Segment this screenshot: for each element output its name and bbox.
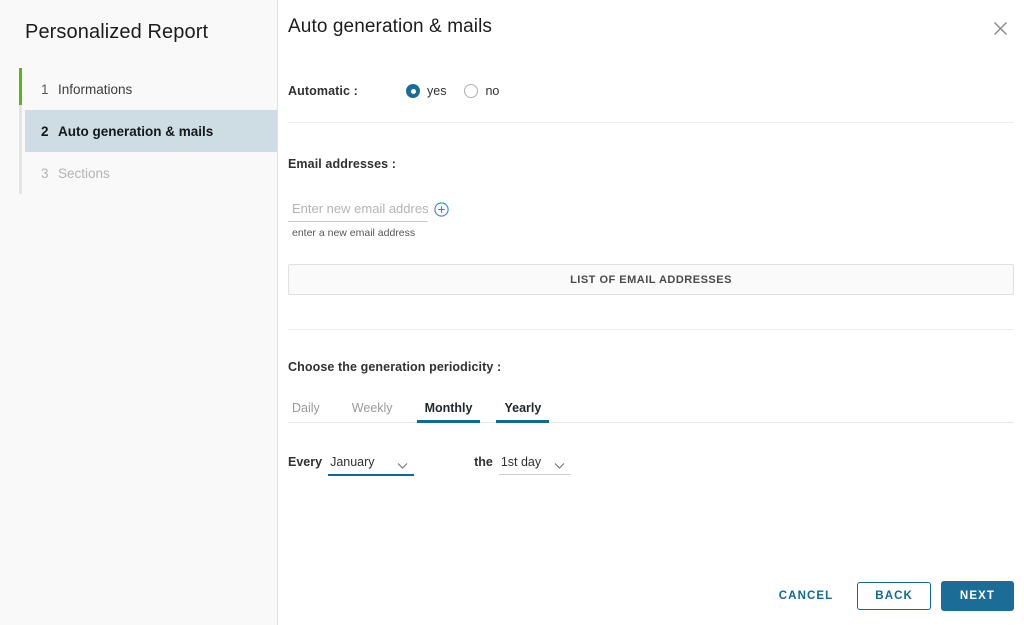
sidebar-title: Personalized Report: [25, 21, 209, 43]
tab-monthly[interactable]: Monthly: [409, 401, 489, 423]
periodicity-section: Choose the generation periodicity : Dail…: [288, 330, 1014, 476]
main-header: Auto generation & mails: [278, 0, 1024, 58]
email-helper-text: enter a new email address: [292, 227, 416, 239]
sidebar-step-auto-generation-mails[interactable]: 2 Auto generation & mails: [25, 110, 277, 152]
page-title: Auto generation & mails: [288, 16, 493, 37]
email-addresses-heading: Email addresses :: [288, 157, 397, 171]
close-icon[interactable]: [989, 17, 1011, 39]
day-select-wrapper: 1st day2nd day3rd daylast day: [498, 453, 571, 475]
list-of-email-addresses-button[interactable]: LIST OF EMAIL ADDRESSES: [288, 264, 1014, 295]
email-input[interactable]: [288, 201, 428, 222]
automatic-label: Automatic :: [288, 84, 358, 98]
email-input-row: [288, 201, 449, 222]
radio-automatic-yes[interactable]: yes: [406, 84, 446, 98]
automatic-section: Automatic : yes no: [288, 58, 1014, 122]
main-content: Automatic : yes no Email addresses : Ent…: [278, 58, 1024, 476]
periodicity-schedule-row: Every JanuaryFebruaryMarchAprilMayJuneJu…: [288, 453, 1014, 476]
radio-yes-indicator: [406, 84, 420, 98]
periodicity-heading: Choose the generation periodicity :: [288, 360, 502, 374]
every-label: Every: [288, 455, 323, 469]
month-select[interactable]: JanuaryFebruaryMarchAprilMayJuneJulyAugu…: [328, 454, 415, 474]
wizard-footer: CANCEL BACK NEXT: [765, 581, 1014, 611]
tab-weekly[interactable]: Weekly: [336, 401, 409, 422]
radio-yes-label: yes: [427, 84, 447, 98]
radio-no-indicator: [464, 84, 479, 98]
step-rail-active: [19, 68, 22, 105]
periodicity-tabs: Daily Weekly Monthly Yearly: [288, 396, 1014, 423]
step-label-2: Auto generation & mails: [58, 123, 214, 139]
plus-circle-icon[interactable]: [434, 202, 449, 217]
next-button[interactable]: NEXT: [940, 581, 1014, 611]
cancel-button[interactable]: CANCEL: [765, 584, 848, 608]
back-button[interactable]: BACK: [857, 582, 931, 610]
step-number-1: 1: [41, 81, 49, 97]
radio-no-label: no: [485, 84, 500, 98]
step-label-1: Informations: [58, 81, 133, 97]
sidebar-step-informations[interactable]: 1 Informations: [25, 68, 277, 110]
step-number-3: 3: [41, 165, 49, 181]
month-select-wrapper: JanuaryFebruaryMarchAprilMayJuneJulyAugu…: [328, 453, 415, 476]
email-addresses-section: Email addresses : enter a new email addr…: [288, 123, 1014, 329]
the-label: the: [474, 455, 493, 469]
radio-automatic-no[interactable]: no: [464, 84, 499, 98]
sidebar-step-sections[interactable]: 3 Sections: [25, 152, 277, 194]
wizard-main-panel: Auto generation & mails Automatic : yes: [278, 0, 1024, 625]
step-number-2: 2: [41, 123, 49, 139]
tab-yearly[interactable]: Yearly: [488, 401, 557, 423]
wizard-sidebar: Personalized Report 1 Informations 2 Aut…: [0, 0, 278, 625]
tab-daily[interactable]: Daily: [288, 401, 336, 422]
step-label-3: Sections: [58, 165, 110, 181]
wizard-steps: 1 Informations 2 Auto generation & mails…: [0, 68, 277, 194]
personalized-report-wizard: Personalized Report 1 Informations 2 Aut…: [0, 0, 1024, 625]
day-select[interactable]: 1st day2nd day3rd daylast day: [498, 454, 571, 474]
automatic-radio-group: yes no: [406, 84, 499, 98]
